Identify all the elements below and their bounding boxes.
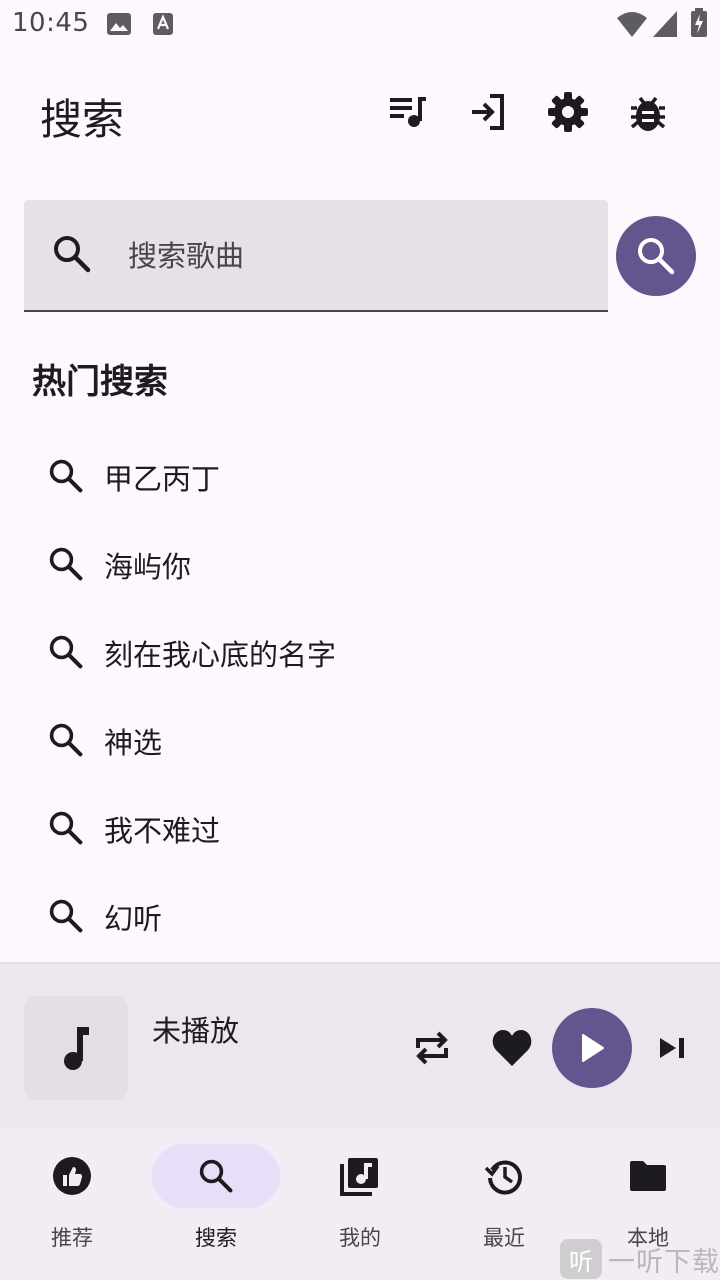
settings-button[interactable] (544, 88, 592, 136)
gear-icon (548, 92, 588, 132)
search-submit-button[interactable] (616, 216, 696, 296)
hot-search-label: 甲乙丙丁 (104, 462, 221, 496)
music-note-icon (64, 1027, 89, 1070)
play-icon (582, 1034, 604, 1062)
search-icon (49, 723, 83, 757)
watermark-text: 一听下载 (608, 1246, 720, 1278)
search-icon (638, 238, 675, 275)
watermark: 听 一听下载 (560, 1238, 720, 1280)
library-music-icon (340, 1158, 378, 1196)
hot-search-list: 甲乙丙丁 海屿你 刻在我心底的名字 神选 我不难过 幻听 (0, 432, 720, 960)
play-button[interactable] (552, 1008, 632, 1088)
search-icon (49, 635, 83, 669)
mini-player[interactable]: 未播放 (0, 962, 720, 1128)
hot-search-item[interactable]: 幻听 (0, 872, 720, 960)
bug-icon (630, 96, 666, 131)
hot-search-label: 神选 (104, 726, 163, 760)
wifi-icon (617, 12, 647, 37)
hot-search-label: 幻听 (104, 902, 163, 936)
hot-search-item[interactable]: 我不难过 (0, 784, 720, 872)
folder-icon (630, 1161, 666, 1191)
thumb-up-icon (53, 1157, 91, 1195)
track-title: 未播放 (152, 1014, 240, 1048)
next-button[interactable] (650, 1028, 694, 1068)
repeat-icon (416, 1031, 448, 1065)
nav-item-search[interactable]: 搜索 (144, 1128, 288, 1280)
heart-icon (492, 1030, 532, 1066)
search-icon (49, 811, 83, 845)
album-cover[interactable] (24, 996, 128, 1100)
nav-label: 搜索 (195, 1226, 237, 1250)
search-field[interactable] (24, 200, 608, 312)
search-icon (199, 1159, 233, 1193)
history-icon (484, 1160, 522, 1195)
image-notification-icon (107, 13, 131, 35)
nav-label: 最近 (483, 1226, 525, 1250)
search-icon (49, 459, 83, 493)
nav-indicator (584, 1144, 712, 1208)
search-icon (49, 899, 83, 933)
playlist-button[interactable] (384, 88, 432, 136)
nav-item-recommend[interactable]: 推荐 (0, 1128, 144, 1280)
search-input[interactable] (128, 230, 588, 282)
page-title: 搜索 (40, 95, 125, 144)
login-button[interactable] (464, 88, 512, 136)
nav-indicator (8, 1144, 136, 1208)
cell-signal-icon (653, 11, 677, 37)
nav-label: 推荐 (51, 1226, 93, 1250)
nav-indicator (152, 1144, 280, 1208)
search-icon (54, 236, 91, 273)
status-time: 10:45 (12, 8, 90, 38)
hot-search-title: 热门搜索 (32, 362, 168, 402)
favorite-button[interactable] (488, 1024, 536, 1072)
playlist-music-icon (390, 97, 426, 127)
nav-item-recent[interactable]: 最近 (432, 1128, 576, 1280)
top-app-bar: 搜索 (0, 60, 720, 164)
keyboard-notification-icon (153, 13, 173, 35)
hot-search-item[interactable]: 神选 (0, 696, 720, 784)
watermark-badge: 听 (560, 1239, 602, 1279)
hot-search-label: 刻在我心底的名字 (104, 638, 337, 672)
nav-label: 我的 (339, 1226, 381, 1250)
hot-search-item[interactable]: 海屿你 (0, 520, 720, 608)
repeat-button[interactable] (408, 1024, 456, 1072)
nav-indicator (440, 1144, 568, 1208)
hot-search-label: 我不难过 (104, 814, 221, 848)
battery-charging-icon (691, 8, 707, 37)
debug-button[interactable] (624, 88, 672, 136)
status-bar: 10:45 (0, 0, 720, 48)
search-screen: 10:45 搜索 搜索歌曲 热门搜索 甲乙丙丁 海屿你 刻在我心底的名字 神选 … (0, 0, 720, 1280)
nav-item-mine[interactable]: 我的 (288, 1128, 432, 1280)
hot-search-item[interactable]: 刻在我心底的名字 (0, 608, 720, 696)
hot-search-item[interactable]: 甲乙丙丁 (0, 432, 720, 520)
skip-next-icon (660, 1038, 684, 1058)
nav-indicator (296, 1144, 424, 1208)
login-icon (472, 94, 504, 130)
hot-search-label: 海屿你 (104, 550, 192, 584)
search-icon (49, 547, 83, 581)
